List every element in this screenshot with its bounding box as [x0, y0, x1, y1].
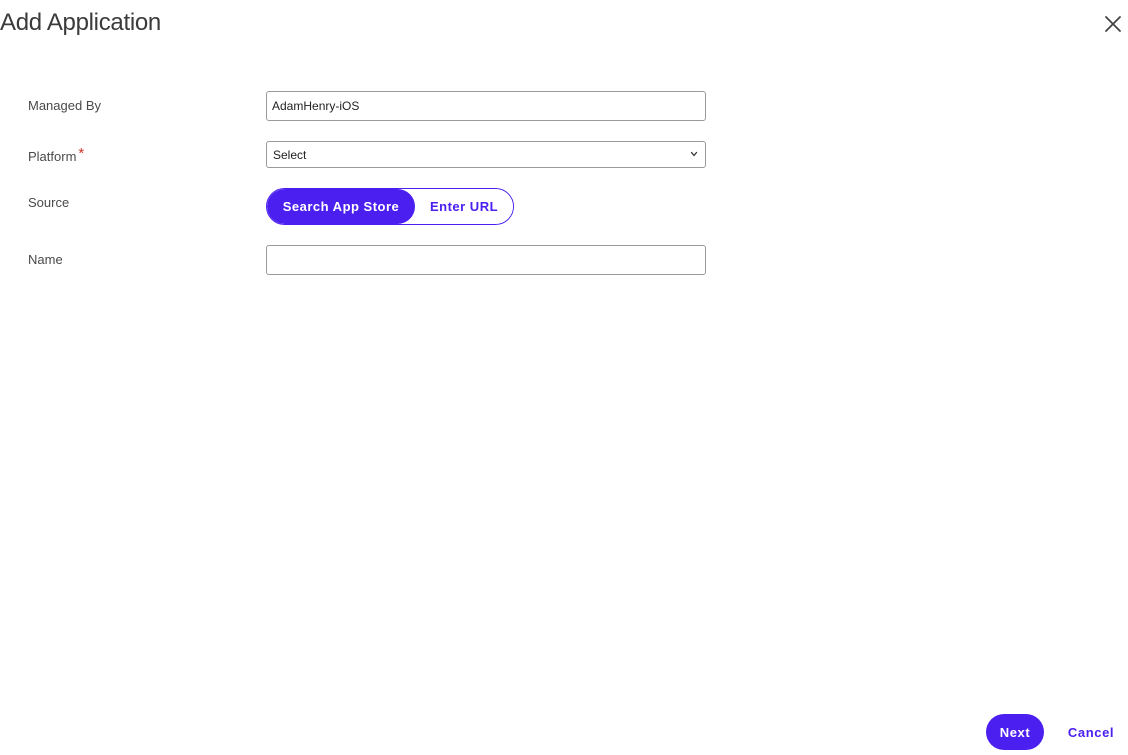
platform-label-text: Platform	[28, 149, 77, 164]
next-button[interactable]: Next	[986, 714, 1044, 750]
source-option-enter-url[interactable]: Enter URL	[415, 189, 513, 224]
close-icon[interactable]	[1103, 14, 1123, 34]
platform-select[interactable]: Select	[266, 141, 706, 168]
chevron-down-icon	[689, 148, 699, 162]
add-application-dialog: Add Application Managed By Platform* Sel…	[0, 0, 1128, 755]
name-label: Name	[28, 252, 63, 267]
managed-by-field[interactable]	[266, 91, 706, 121]
dialog-title: Add Application	[0, 9, 161, 36]
name-field[interactable]	[266, 245, 706, 275]
managed-by-input[interactable]	[267, 92, 705, 120]
name-input[interactable]	[267, 246, 705, 274]
source-toggle: Search App Store Enter URL	[266, 188, 514, 225]
source-label: Source	[28, 195, 70, 210]
managed-by-label: Managed By	[28, 98, 101, 113]
platform-selected-value: Select	[273, 147, 307, 162]
required-marker: *	[78, 145, 85, 162]
platform-label: Platform *	[28, 145, 85, 165]
cancel-button[interactable]: Cancel	[1062, 714, 1120, 750]
source-option-search-app-store[interactable]: Search App Store	[267, 189, 415, 224]
